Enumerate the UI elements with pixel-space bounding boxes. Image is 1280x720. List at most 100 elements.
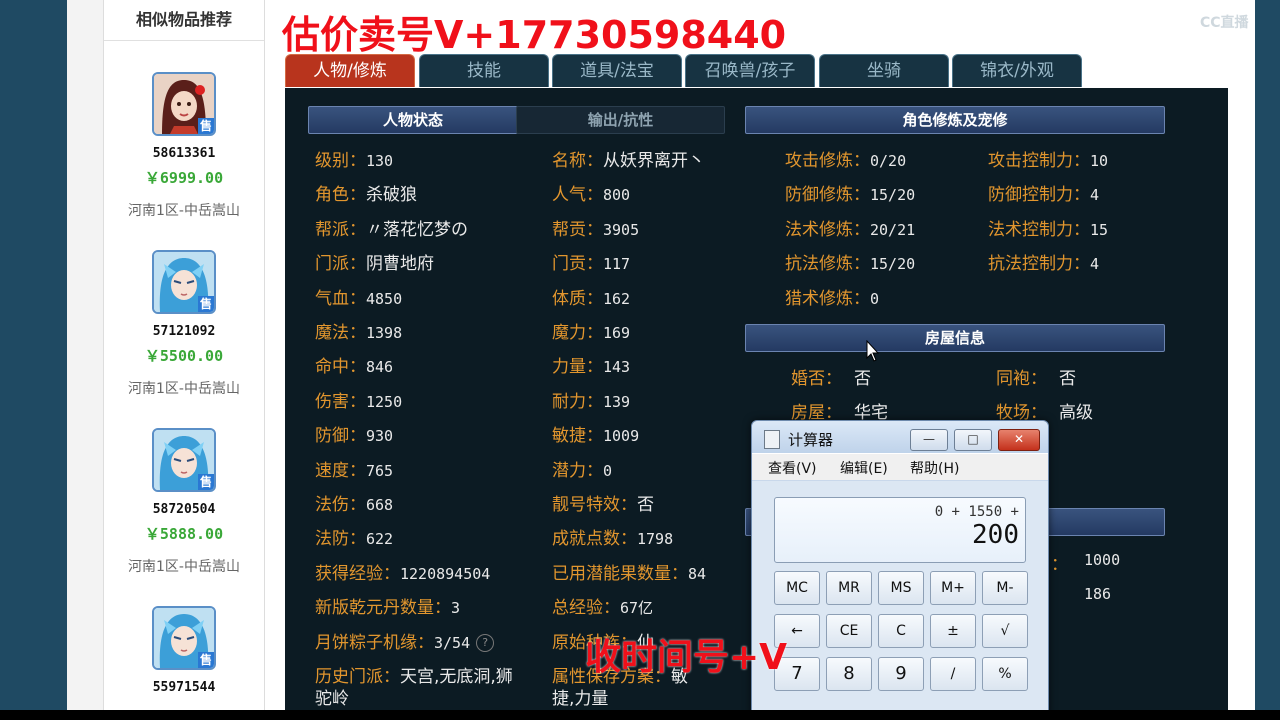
blue-hair-male-icon[interactable]: 售 xyxy=(152,428,216,492)
calculator-icon xyxy=(764,430,780,449)
house-row: 婚否： 否 xyxy=(791,364,871,389)
stat-row: 靓号特效：否 xyxy=(552,490,654,515)
cc-live-logo: CC直播 xyxy=(1200,15,1249,31)
blue-hair-male-icon[interactable]: 售 xyxy=(152,250,216,314)
stat-value: 800 xyxy=(603,186,631,205)
similar-item[interactable]: 售 55971544 xyxy=(104,606,264,695)
stat-row: 体质：162 xyxy=(552,284,630,309)
stat-row: 级别：130 xyxy=(315,146,393,171)
watermark-bottom: 收时间号+V xyxy=(585,637,788,678)
house-value: 否 xyxy=(854,369,871,389)
calculator-key[interactable]: MS xyxy=(878,571,924,605)
stat-value: 668 xyxy=(366,496,394,514)
stat-label: 月饼粽子机缘： xyxy=(315,632,434,653)
stat-value: 3/54 xyxy=(434,633,471,652)
status-section-tab[interactable]: 人物状态 xyxy=(308,106,518,134)
stat-label: 防御控制力： xyxy=(988,185,1090,206)
stat-value: 10 xyxy=(1090,152,1109,170)
similar-item[interactable]: 售 57121092 ￥5500.00 河南1区-中岳嵩山 xyxy=(104,250,264,398)
menu-help[interactable]: 帮助(H) xyxy=(910,458,959,478)
stat-value: 765 xyxy=(366,461,394,480)
stat-label: 法术控制力： xyxy=(988,219,1090,240)
partial-colon: ： xyxy=(1051,555,1068,575)
blue-hair-male-icon[interactable]: 售 xyxy=(152,606,216,670)
calculator-key[interactable]: MR xyxy=(826,571,872,605)
stat-row: 法术控制力：15 xyxy=(988,215,1108,240)
stat-value: 15/20 xyxy=(870,186,916,205)
item-server: 河南1区-中岳嵩山 xyxy=(128,559,240,575)
stat-label: 敏捷： xyxy=(552,426,603,447)
stat-row: 法防：622 xyxy=(315,524,393,549)
stat-value: 15 xyxy=(1090,220,1109,239)
calculator-window[interactable]: 计算器 — □ ✕ 查看(V) 编辑(E) 帮助(H) 0 + 1550 + 2… xyxy=(751,420,1049,710)
calculator-key[interactable]: MC xyxy=(774,571,820,605)
stat-label: 成就点数： xyxy=(552,529,637,550)
calculator-key[interactable]: M+ xyxy=(930,571,976,605)
cultivation-header: 角色修炼及宠修 xyxy=(745,106,1165,134)
calculator-key[interactable]: √ xyxy=(982,614,1028,648)
calculator-expression: 0 + 1550 + xyxy=(934,504,1019,520)
stat-row: 命中：846 xyxy=(315,352,393,377)
calculator-key[interactable]: C xyxy=(878,614,924,648)
stat-value: 捷,力量 xyxy=(552,689,609,709)
stat-value: 驼岭 xyxy=(315,689,349,709)
watermark-top: 估价卖号V+17730598440 xyxy=(282,13,787,57)
partial-value: 1000 xyxy=(1084,551,1121,569)
help-icon[interactable]: ? xyxy=(476,633,495,652)
similar-item[interactable]: 售 58720504 ￥5888.00 河南1区-中岳嵩山 xyxy=(104,428,264,576)
calculator-body: 0 + 1550 + 200 MC MR MS M+ M- ← CE C ± √ 7 8 9/% xyxy=(752,481,1048,710)
red-hair-female-icon[interactable]: 售 xyxy=(152,72,216,136)
item-id: 58720504 xyxy=(152,502,216,517)
stat-row: 门贡：117 xyxy=(552,249,630,274)
stat-value: 阴曹地府 xyxy=(366,254,434,275)
stat-label: 魔法： xyxy=(315,323,366,343)
calculator-titlebar[interactable]: 计算器 — □ ✕ xyxy=(752,421,1048,453)
stat-label: 法伤： xyxy=(315,495,366,515)
item-price: ￥6999.00 xyxy=(144,169,224,187)
item-server: 河南1区-中岳嵩山 xyxy=(128,381,240,397)
calculator-key[interactable]: ± xyxy=(930,614,976,648)
stat-row: 新版乾元丹数量：3 xyxy=(315,593,460,618)
stat-row: 帮贡：3905 xyxy=(552,215,639,240)
item-server: 河南1区-中岳嵩山 xyxy=(128,203,240,219)
tab-appearance[interactable]: 锦衣/外观 xyxy=(952,54,1082,87)
stat-label: 猎术修炼： xyxy=(785,288,870,309)
stat-row: 法术修炼：20/21 xyxy=(785,215,915,240)
maximize-icon[interactable]: □ xyxy=(954,429,992,451)
sale-badge: 售 xyxy=(198,296,214,312)
stat-value: 15/20 xyxy=(870,255,916,274)
calculator-display: 0 + 1550 + 200 xyxy=(774,497,1026,563)
item-id: 58613361 xyxy=(152,146,216,161)
partial-value: 186 xyxy=(1084,585,1112,603)
minimize-icon[interactable]: — xyxy=(910,429,948,451)
similar-item[interactable]: 售 58613361 ￥6999.00 河南1区-中岳嵩山 xyxy=(104,72,264,220)
stat-value: 143 xyxy=(603,358,631,377)
calculator-key[interactable]: % xyxy=(982,657,1028,691)
stat-label: 门派： xyxy=(315,254,366,275)
game-screen: 相似物品推荐 售 58613361 ￥6999.00 河南1区-中岳嵩山 售 5… xyxy=(0,0,1280,710)
stat-row: 速度：765 xyxy=(315,456,393,481)
stat-value: 622 xyxy=(366,530,394,549)
menu-view[interactable]: 查看(V) xyxy=(768,458,817,478)
calculator-key[interactable]: / xyxy=(930,657,976,691)
output-section-tab[interactable]: 输出/抗性 xyxy=(516,106,725,134)
page-margin-right xyxy=(1255,0,1280,710)
stat-value: 20/21 xyxy=(870,220,916,239)
stat-value: 139 xyxy=(603,392,631,411)
stat-row: 防御控制力：4 xyxy=(988,180,1099,205)
stat-label: 帮派： xyxy=(315,219,366,240)
calculator-key[interactable]: M- xyxy=(982,571,1028,605)
calculator-key[interactable]: CE xyxy=(826,614,872,648)
stat-label: 力量： xyxy=(552,357,603,378)
stat-value: 84 xyxy=(688,564,707,583)
calculator-key[interactable]: 9 xyxy=(878,657,924,691)
stat-row: 气血：4850 xyxy=(315,284,402,309)
item-id: 55971544 xyxy=(152,680,216,695)
tab-mounts[interactable]: 坐骑 xyxy=(819,54,949,87)
stat-value: 1250 xyxy=(366,392,403,411)
calculator-key[interactable]: 8 xyxy=(826,657,872,691)
stat-label: 魔力： xyxy=(552,323,603,343)
stat-row: 法伤：668 xyxy=(315,490,393,515)
menu-edit[interactable]: 编辑(E) xyxy=(840,458,888,478)
close-icon[interactable]: ✕ xyxy=(998,429,1040,451)
